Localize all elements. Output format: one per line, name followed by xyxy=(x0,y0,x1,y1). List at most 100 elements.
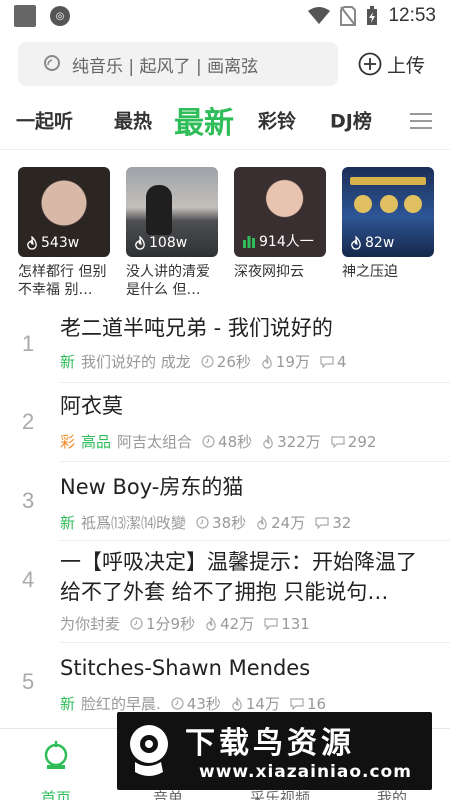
playlist-cards: 543w 怎样都行 但别不幸福 别… 108w 没人讲的清爱是什么 但… 914… xyxy=(18,167,438,298)
song-title: Stitches-Shawn Mendes xyxy=(60,656,311,680)
playlist-title: 神之压迫 xyxy=(342,264,398,280)
shield-icon: ◎ xyxy=(50,6,70,26)
clock-icon xyxy=(130,617,143,630)
song-row[interactable]: 1 老二道半吨兄弟 - 我们说好的 新 我们说好的 成龙 26秒 19万 4 xyxy=(0,305,450,383)
song-row[interactable]: 4 一【呼吸决定】温馨提示：开始降温了 给不了外套 给不了拥抱 只能说句… 为你… xyxy=(0,541,450,643)
duration: 26秒 xyxy=(201,351,251,372)
flame-icon xyxy=(262,354,272,369)
category-tabs: 一起听 最热 最新 彩铃 DJ榜 xyxy=(0,96,450,144)
play-count: 82w xyxy=(350,235,394,251)
song-rank: 3 xyxy=(22,488,35,513)
duration: 43秒 xyxy=(171,693,221,714)
playlist-thumbnail: 543w xyxy=(18,167,110,257)
playlist-card[interactable]: 543w 怎样都行 但别不幸福 别… xyxy=(18,167,110,299)
tab-hot[interactable]: 最热 xyxy=(114,107,152,134)
playlist-title: 深夜网抑云 xyxy=(234,264,304,280)
flame-icon xyxy=(263,434,273,449)
no-sim-icon xyxy=(340,6,357,26)
comment-count: 16 xyxy=(290,695,326,713)
tabs-divider xyxy=(0,149,450,150)
duration: 1分9秒 xyxy=(130,613,195,634)
tab-ringtone[interactable]: 彩铃 xyxy=(258,107,296,134)
clock-icon xyxy=(202,435,215,448)
play-count: 19万 xyxy=(261,351,310,372)
comment-icon xyxy=(315,517,329,529)
tab-dj-chart[interactable]: DJ榜 xyxy=(330,107,372,134)
notification-app-icon xyxy=(14,5,36,27)
upload-label: 上传 xyxy=(387,54,426,77)
duration: 38秒 xyxy=(196,512,246,533)
site-watermark: 下载鸟资源 www.xiazainiao.com xyxy=(117,712,432,790)
song-title: 老二道半吨兄弟 - 我们说好的 xyxy=(60,316,333,340)
comment-count: 292 xyxy=(331,433,376,451)
search-box[interactable]: 纯音乐 | 起风了 | 画离弦 xyxy=(18,42,338,86)
home-icon xyxy=(44,741,68,769)
song-row[interactable]: 2 阿衣莫 彩 高品 阿吉太组合 48秒 322万 292 xyxy=(0,383,450,462)
song-title: 一【呼吸决定】温馨提示：开始降温了 给不了外套 给不了拥抱 只能说句… xyxy=(60,550,417,604)
play-count: 14万 xyxy=(231,693,280,714)
song-artist: 我们说好的 成龙 xyxy=(81,353,191,371)
nav-home[interactable]: 首页 xyxy=(16,739,96,800)
new-tag: 新 xyxy=(60,695,76,713)
song-rank: 1 xyxy=(22,331,35,356)
song-artist: 为你封麦 xyxy=(60,615,121,633)
flame-icon xyxy=(135,236,145,250)
song-rank: 2 xyxy=(22,409,35,434)
song-row[interactable]: 5 Stitches-Shawn Mendes 新 脸红的早晨. 43秒 14万… xyxy=(0,643,450,723)
song-title: 阿衣莫 xyxy=(60,394,123,418)
tab-together[interactable]: 一起听 xyxy=(16,107,73,134)
playlist-thumbnail: 108w xyxy=(126,167,218,257)
duration: 48秒 xyxy=(202,431,252,452)
search-placeholder: 纯音乐 | 起风了 | 画离弦 xyxy=(72,56,259,77)
clock-icon xyxy=(196,516,209,529)
song-meta: 为你封麦 1分9秒 42万 131 xyxy=(60,613,310,634)
ringtone-tag: 彩 xyxy=(60,433,76,451)
clock: 12:53 xyxy=(388,5,436,26)
flame-icon xyxy=(351,236,361,250)
bird-logo-icon xyxy=(130,725,168,776)
tab-newest[interactable]: 最新 xyxy=(174,98,234,142)
playlist-title: 没人讲的清爱是什么 但… xyxy=(126,264,210,298)
song-rank: 4 xyxy=(22,567,35,592)
playlist-title: 怎样都行 但别不幸福 别… xyxy=(18,264,107,298)
song-artist: 脸红的早晨. xyxy=(81,695,161,713)
song-rank: 5 xyxy=(22,669,35,694)
comment-icon xyxy=(290,698,304,710)
playlist-card[interactable]: 108w 没人讲的清爱是什么 但… xyxy=(126,167,218,299)
menu-icon[interactable] xyxy=(410,108,432,130)
watermark-url: www.xiazainiao.com xyxy=(199,762,412,782)
song-meta: 新 脸红的早晨. 43秒 14万 16 xyxy=(60,693,326,714)
high-quality-tag: 高品 xyxy=(81,433,112,451)
song-title: New Boy-房东的猫 xyxy=(60,475,244,499)
song-meta: 新 祗爲⒀潔⒁攺變 38秒 24万 32 xyxy=(60,512,351,533)
song-meta: 彩 高品 阿吉太组合 48秒 322万 292 xyxy=(60,431,376,452)
status-bar: ◎ 12:53 xyxy=(0,0,450,32)
new-tag: 新 xyxy=(60,353,76,371)
upload-button[interactable]: 上传 xyxy=(358,51,425,78)
search-row: 纯音乐 | 起风了 | 画离弦 上传 xyxy=(18,42,438,86)
live-bars-icon xyxy=(243,236,255,248)
playlist-card[interactable]: 82w 神之压迫 xyxy=(342,167,434,299)
plus-circle-icon xyxy=(358,52,382,76)
watermark-title: 下载鸟资源 xyxy=(185,726,355,761)
battery-charging-icon xyxy=(367,6,378,25)
comment-count: 4 xyxy=(320,353,347,371)
playlist-card[interactable]: 914人一 深夜网抑云 xyxy=(234,167,326,299)
flame-icon xyxy=(206,616,216,631)
play-count: 543w xyxy=(26,235,79,251)
flame-icon xyxy=(257,515,267,530)
play-count: 24万 xyxy=(256,512,305,533)
playlist-thumbnail: 914人一 xyxy=(234,167,326,257)
song-meta: 新 我们说好的 成龙 26秒 19万 4 xyxy=(60,351,347,372)
clock-icon xyxy=(201,355,214,368)
comment-icon xyxy=(264,618,278,630)
song-row[interactable]: 3 New Boy-房东的猫 新 祗爲⒀潔⒁攺變 38秒 24万 32 xyxy=(0,462,450,541)
wifi-icon xyxy=(308,7,331,24)
flame-icon xyxy=(232,696,242,711)
play-count: 42万 xyxy=(205,613,254,634)
play-count: 322万 xyxy=(262,431,321,452)
comment-count: 32 xyxy=(315,514,351,532)
song-artist: 祗爲⒀潔⒁攺變 xyxy=(81,514,187,532)
search-icon xyxy=(44,55,60,71)
clock-icon xyxy=(171,697,184,710)
